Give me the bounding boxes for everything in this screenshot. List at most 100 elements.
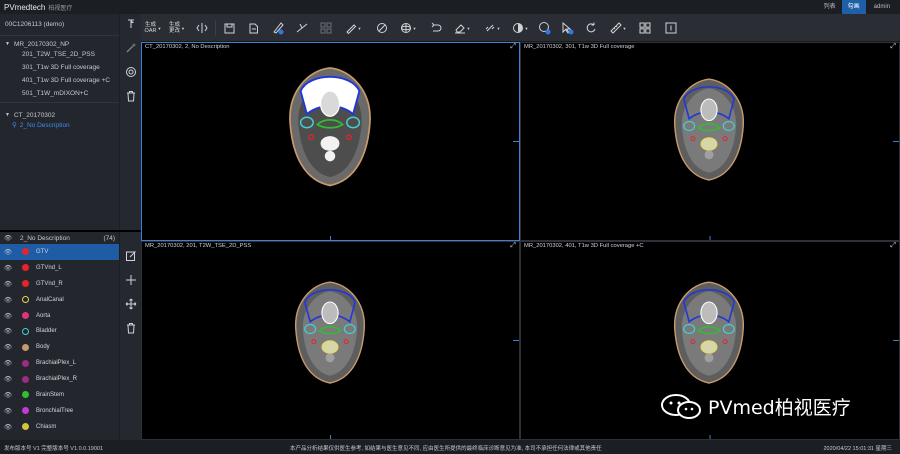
contour-pen-icon[interactable] xyxy=(269,18,287,38)
watermark-text: PVmed柏视医疗 xyxy=(708,397,851,419)
roi-color-swatch xyxy=(22,375,29,383)
side-toolbar-bottom xyxy=(119,232,141,440)
cut-icon[interactable] xyxy=(294,18,310,38)
roi-item[interactable]: 👁 BrachialPlex_R xyxy=(0,371,119,387)
add-icon[interactable] xyxy=(120,272,142,288)
study-label: MR_20170302_NP xyxy=(13,40,70,48)
roi-item[interactable]: 👁 AnalCanal xyxy=(0,292,119,308)
redo-icon[interactable] xyxy=(583,18,599,38)
medical-image xyxy=(295,281,519,439)
side-toolbar-top xyxy=(119,14,141,230)
title-bar: PVmedtech 柏视医疗 列表 勾画 admin xyxy=(0,0,900,14)
datetime-text: 2020/04/22 15:01:31 星期三 xyxy=(823,446,893,452)
eye-icon[interactable]: 👁 xyxy=(0,375,16,383)
forbid-icon[interactable] xyxy=(374,18,390,38)
roi-item[interactable]: 👁 GTVnd_R xyxy=(0,276,119,292)
eye-icon[interactable]: 👁 xyxy=(0,407,16,415)
roi-item[interactable]: 👁 GTV xyxy=(0,244,119,260)
roi-name: Chiasm xyxy=(36,423,57,430)
roi-color-swatch xyxy=(22,423,29,431)
roi-panel: 👁 2_No Description (74) 👁 GTV 👁 GTVnd_L 👁 GTV… xyxy=(0,232,119,440)
spinal-canal xyxy=(704,150,714,160)
eye-icon[interactable]: 👁 xyxy=(0,391,16,399)
roi-item[interactable]: 👁 BrachialPlex_L xyxy=(0,355,119,371)
white-contour xyxy=(700,301,718,325)
eye-icon[interactable]: 👁 xyxy=(0,248,16,256)
disclaimer-text: 本产品分析结果仅供医生参考, 如结果与医生意见不同, 应由医生所提供的最终临床诊… xyxy=(290,446,602,452)
link-icon[interactable]: ▼ xyxy=(480,18,504,38)
roi-name: GTVnd_L xyxy=(36,264,62,271)
roi-name: GTV xyxy=(36,248,49,255)
split-icon[interactable] xyxy=(194,18,210,38)
user-menu[interactable]: admin xyxy=(866,4,900,10)
watermark: PVmed柏视医疗 xyxy=(660,393,851,420)
roi-name: AnalCanal xyxy=(36,296,64,303)
roi-list: 👁 GTV 👁 GTVnd_L 👁 GTVnd_R 👁 AnalCanal 👁 Aorta 👁 Bla… xyxy=(0,244,119,435)
eraser-icon[interactable]: ▼ xyxy=(450,18,474,38)
viewport-mr-201[interactable]: MR_20170302, 201, T2W_TSE_2D_PSS ⤢ xyxy=(141,241,520,440)
expand-triangle-icon[interactable]: ▼ xyxy=(5,41,10,47)
edit-icon[interactable] xyxy=(120,248,142,264)
nav-list[interactable]: 列表 xyxy=(818,0,842,14)
roi-name: BrachialPlex_R xyxy=(36,376,78,383)
eye-icon[interactable]: 👁 xyxy=(0,280,16,288)
roi-item[interactable]: 👁 GTVnd_L xyxy=(0,260,119,276)
generate-update-button[interactable]: 生成 更改 ▼ xyxy=(167,18,187,38)
generate-oar-button[interactable]: 生成 OAR ▼ xyxy=(143,18,163,38)
eye-icon[interactable]: 👁 xyxy=(0,312,16,320)
sphere-icon[interactable]: ▼ xyxy=(396,18,420,38)
magic-wand-icon[interactable] xyxy=(120,40,142,56)
undo-icon[interactable] xyxy=(428,18,444,38)
eye-icon[interactable]: 👁 xyxy=(0,296,16,304)
white-contour xyxy=(321,301,339,325)
nav-contour[interactable]: 勾画 xyxy=(841,0,866,14)
eye-icon[interactable]: 👁 xyxy=(0,359,16,367)
link-icon: ⚲ xyxy=(12,122,17,129)
medical-image xyxy=(674,78,899,240)
app-brand-sub: 柏视医疗 xyxy=(48,5,73,12)
vertebra xyxy=(700,137,718,151)
eye-icon[interactable]: 👁 xyxy=(0,343,16,351)
top-nav: 列表 勾画 admin xyxy=(818,0,900,14)
pin-icon[interactable] xyxy=(120,16,142,32)
roi-item[interactable]: 👁 Bladder xyxy=(0,323,119,339)
vertebra xyxy=(321,340,339,354)
brush-icon[interactable]: ▼ xyxy=(342,18,364,38)
roi-name: Bladder xyxy=(36,328,57,335)
eye-icon[interactable]: 👁 xyxy=(0,264,16,272)
contrast-icon[interactable]: ▼ xyxy=(508,18,532,38)
patient-id-text: 00C1206113 (demo) xyxy=(5,21,65,28)
move-icon[interactable] xyxy=(120,296,142,312)
ruler-icon[interactable]: ▼ xyxy=(606,18,630,38)
viewport-mr-301[interactable]: MR_20170302, 301, T1w 3D Full coverage ⤢ xyxy=(520,42,900,241)
grid-select-icon[interactable] xyxy=(318,18,334,38)
eye-icon[interactable]: 👁 xyxy=(0,234,16,242)
circle-tool-icon[interactable] xyxy=(537,18,553,38)
cursor-tool-icon[interactable] xyxy=(559,18,575,38)
roi-name: Aorta xyxy=(36,312,51,319)
generate-oar-label-2: OAR xyxy=(144,28,157,34)
eye-icon[interactable]: 👁 xyxy=(0,423,16,431)
generate-update-label-2: 更改 xyxy=(169,28,181,34)
save-icon[interactable] xyxy=(221,18,237,38)
layout-grid-icon[interactable] xyxy=(637,18,653,38)
target-icon[interactable] xyxy=(120,64,142,80)
roi-item[interactable]: 👁 BronchialTree xyxy=(0,403,119,419)
roi-item[interactable]: 👁 Aorta xyxy=(0,308,119,324)
roi-color-swatch xyxy=(22,280,29,288)
roi-name: Body xyxy=(36,344,50,351)
trash-icon[interactable] xyxy=(120,88,142,104)
roi-color-swatch xyxy=(22,359,29,367)
info-icon[interactable] xyxy=(663,18,679,38)
roi-color-swatch xyxy=(22,327,29,335)
expand-triangle-icon[interactable]: ▼ xyxy=(5,112,10,118)
viewport-ct[interactable]: CT_20170302, 2, No Description ⤢ xyxy=(141,42,520,241)
export-icon[interactable] xyxy=(245,18,261,38)
roi-item[interactable]: 👁 BrainStem xyxy=(0,387,119,403)
roi-item[interactable]: 👁 Body xyxy=(0,339,119,355)
trash-icon[interactable] xyxy=(120,320,142,336)
roi-item[interactable]: 👁 Chiasm xyxy=(0,419,119,435)
spinal-canal xyxy=(325,353,335,363)
eye-icon[interactable]: 👁 xyxy=(0,327,16,335)
app-brand: PVmedtech xyxy=(4,2,46,12)
